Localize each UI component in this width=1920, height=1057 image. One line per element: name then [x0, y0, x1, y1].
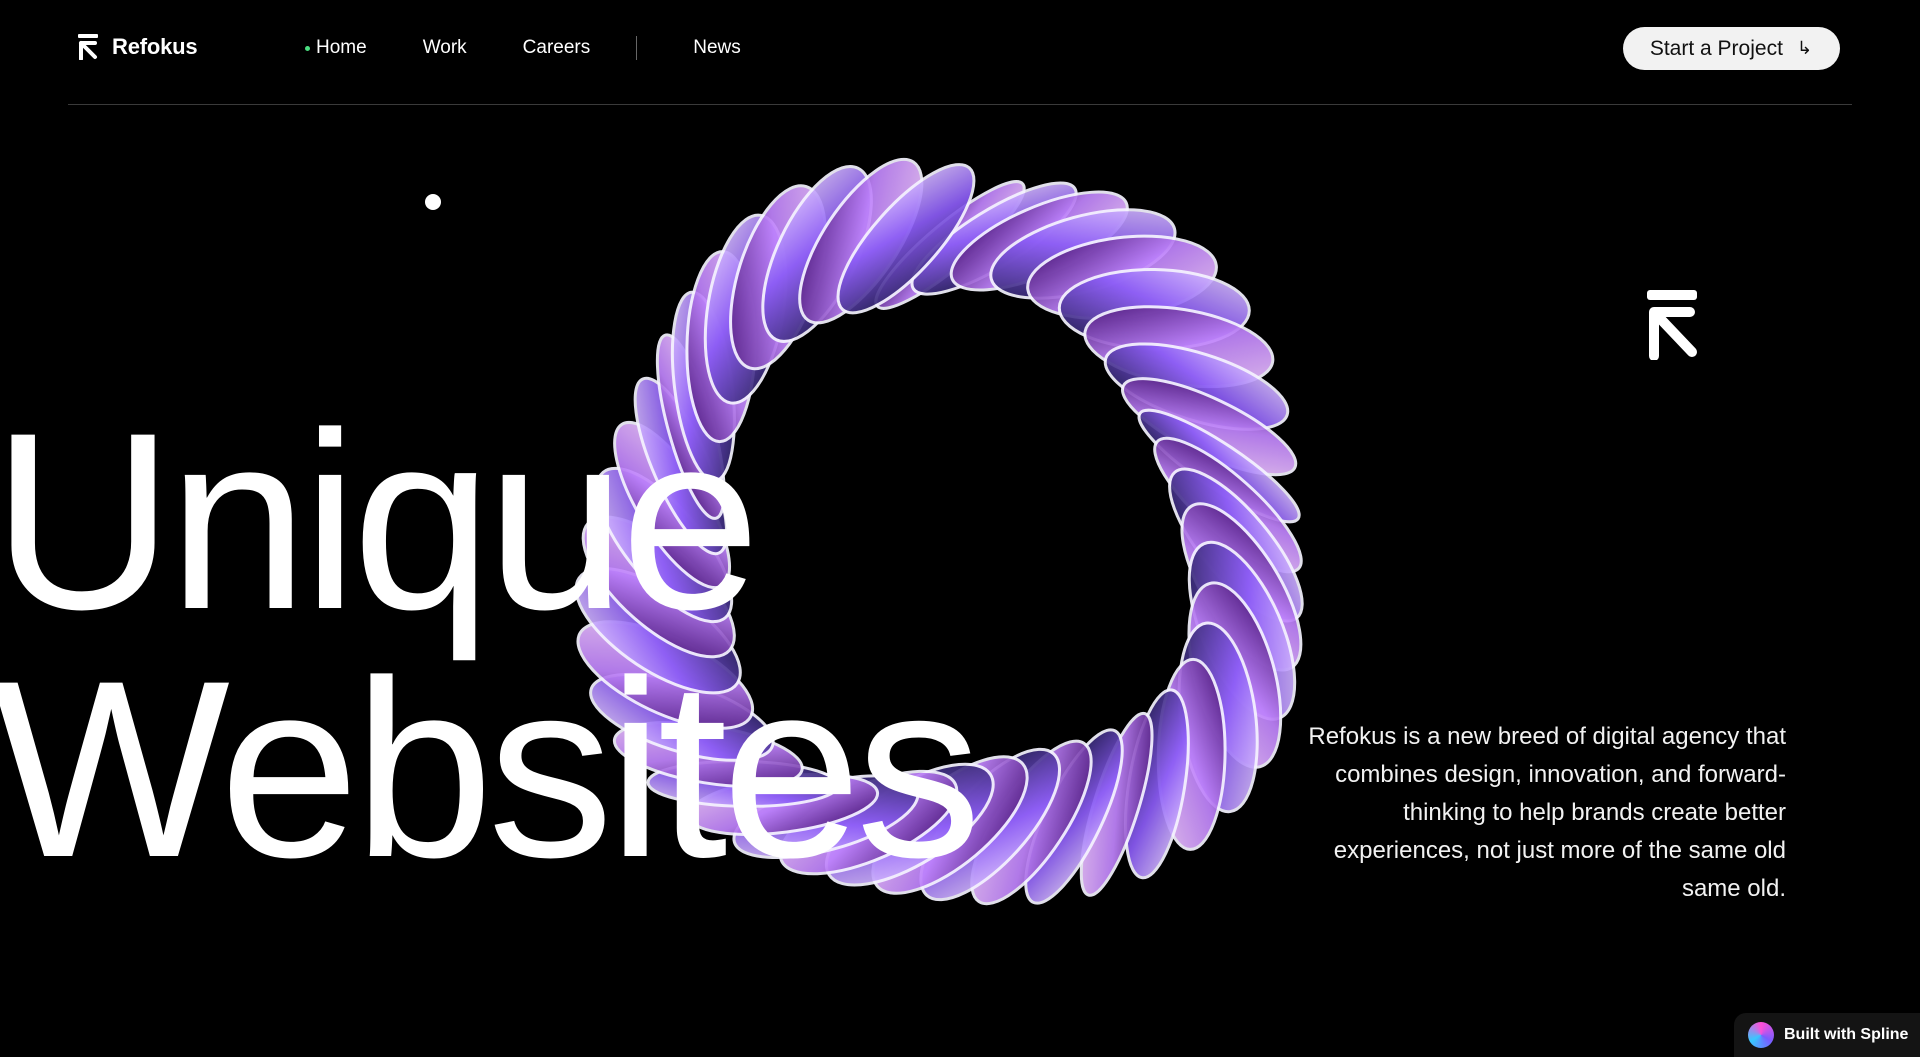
- nav-item-label: Work: [422, 37, 467, 58]
- nav-item-home[interactable]: Home: [305, 37, 367, 59]
- nav-item-news[interactable]: News: [693, 37, 741, 59]
- active-indicator-dot: [305, 45, 310, 51]
- built-with-spline-badge[interactable]: Built with Spline: [1734, 1013, 1920, 1057]
- spline-badge-label: Built with Spline: [1784, 1026, 1909, 1043]
- spline-logo-icon: [1748, 1022, 1774, 1048]
- start-project-label: Start a Project: [1649, 36, 1783, 60]
- nav-divider: [636, 36, 638, 60]
- brand-name: Refokus: [112, 34, 198, 59]
- nav-item-label: Home: [316, 37, 367, 58]
- arrow-return-icon: ↳: [1796, 38, 1812, 58]
- main-nav: Home Work Careers News: [305, 36, 797, 60]
- decorative-dot: [425, 194, 441, 210]
- nav-item-label: Careers: [522, 37, 591, 58]
- nav-item-work[interactable]: Work: [423, 37, 467, 59]
- refokus-arrow-icon: [1647, 290, 1697, 360]
- headline-line-2: Websites: [0, 629, 982, 910]
- brand-logo[interactable]: Refokus: [78, 34, 198, 60]
- hero-description: Refokus is a new breed of digital agency…: [1308, 723, 1786, 902]
- headline-line-1: Unique: [0, 381, 761, 662]
- refokus-arrow-icon: [78, 34, 98, 60]
- nav-item-label: News: [693, 37, 741, 58]
- hero-headline: Unique Websites: [0, 381, 982, 910]
- start-project-button[interactable]: Start a Project ↳: [1622, 27, 1840, 70]
- site-header: Refokus Home Work Careers News Start a P…: [68, 0, 1852, 105]
- nav-item-careers[interactable]: Careers: [523, 37, 591, 59]
